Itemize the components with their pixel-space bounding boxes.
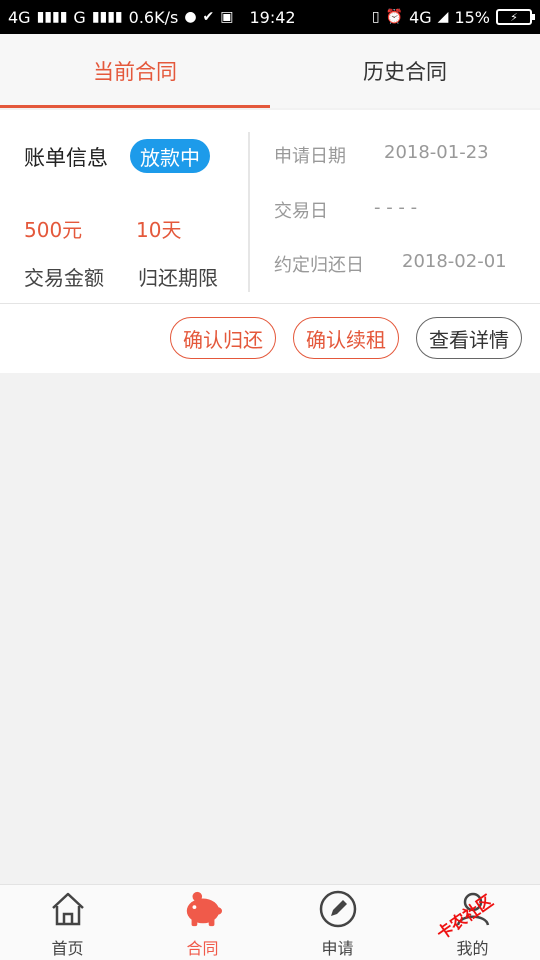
- trade-date-row: 交易日 - - - -: [274, 197, 417, 223]
- status-badge: 放款中: [130, 139, 210, 173]
- contract-card: 账单信息 放款中 500元 10天 交易金额 归还期限 申请日期 2018-01…: [0, 110, 540, 373]
- nav-mine-label: 我的: [456, 939, 489, 958]
- network-type-2: G: [73, 7, 86, 27]
- apply-date-label: 申请日期: [274, 146, 346, 167]
- contract-tabs: 当前合同 历史合同: [0, 34, 540, 108]
- contract-summary: 账单信息 放款中 500元 10天 交易金额 归还期限: [0, 110, 248, 303]
- status-right: ▯ ⏰ 4G ◢ 15% ⚡: [371, 7, 535, 27]
- due-date-row: 约定归还日 2018-02-01: [274, 251, 507, 277]
- due-date-value: 2018-02-01: [402, 251, 507, 272]
- tab-history-contract[interactable]: 历史合同: [270, 34, 540, 108]
- due-date-label: 约定归还日: [274, 255, 364, 276]
- nav-home-label: 首页: [51, 939, 84, 958]
- pencil-icon: [318, 889, 358, 929]
- alarm-icon: ⏰: [385, 9, 404, 25]
- apply-date-row: 申请日期 2018-01-23: [274, 142, 489, 168]
- view-details-button[interactable]: 查看详情: [416, 317, 522, 359]
- confirm-return-button[interactable]: 确认归还: [170, 317, 276, 359]
- term-label: 归还期限: [138, 266, 218, 290]
- network-type: 4G: [8, 7, 31, 27]
- amount-value: 500元: [24, 218, 83, 242]
- status-left: 4G ▮▮▮▮ G ▮▮▮▮ 0.6K/s ● ✔ ▣ 19:42: [8, 8, 296, 27]
- check-icon: ✔: [202, 9, 215, 25]
- net-speed: 0.6K/s: [128, 7, 179, 27]
- battery-icon: ⚡: [496, 9, 535, 25]
- vertical-divider: [248, 132, 250, 292]
- amount-label: 交易金额: [24, 266, 104, 290]
- horizontal-divider: [0, 303, 540, 304]
- status-bar: 4G ▮▮▮▮ G ▮▮▮▮ 0.6K/s ● ✔ ▣ 19:42 ▯ ⏰ 4G…: [0, 0, 540, 34]
- network-type-right: 4G: [409, 7, 432, 27]
- nav-contract-label: 合同: [186, 939, 219, 958]
- nav-apply[interactable]: 申请: [270, 885, 405, 960]
- bill-info-title: 账单信息: [24, 146, 108, 170]
- signal-icon-3: ◢: [437, 9, 449, 25]
- term-value: 10天: [136, 218, 182, 242]
- vibrate-icon: ▯: [371, 9, 380, 25]
- nav-contract[interactable]: 合同: [135, 885, 270, 960]
- chat-icon: ●: [184, 9, 197, 25]
- app-icon: ▣: [220, 9, 234, 25]
- contract-actions: 确认归还 确认续租 查看详情: [0, 317, 540, 361]
- signal-icon-2: ▮▮▮▮: [91, 9, 123, 25]
- confirm-renew-button[interactable]: 确认续租: [293, 317, 399, 359]
- apply-date-value: 2018-01-23: [384, 142, 489, 163]
- nav-home[interactable]: 首页: [0, 885, 135, 960]
- trade-date-label: 交易日: [274, 201, 328, 222]
- clock-time: 19:42: [249, 7, 296, 27]
- piggy-bank-icon: [183, 889, 223, 929]
- tab-current-contract[interactable]: 当前合同: [0, 34, 270, 108]
- trade-date-value: - - - -: [374, 197, 418, 218]
- nav-apply-label: 申请: [321, 939, 354, 958]
- home-icon: [48, 889, 88, 929]
- battery-percent: 15%: [454, 7, 490, 27]
- signal-icon: ▮▮▮▮: [36, 9, 68, 25]
